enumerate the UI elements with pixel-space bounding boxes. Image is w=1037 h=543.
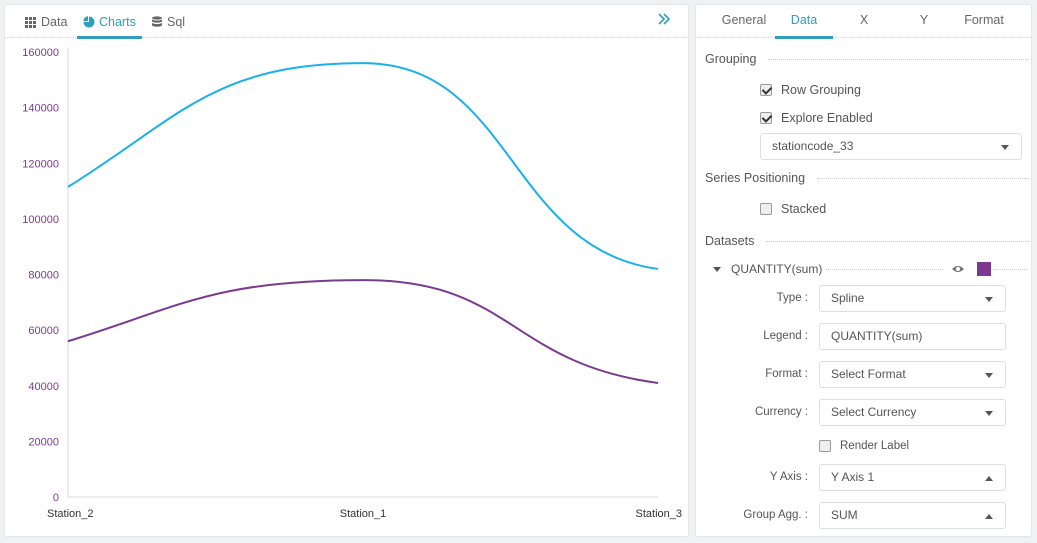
caret-up-icon (985, 476, 993, 481)
row-grouping-checkbox[interactable]: Row Grouping (760, 83, 861, 97)
y-tick-label: 160000 (22, 47, 59, 59)
tab-x[interactable]: X (835, 5, 893, 38)
database-icon (152, 15, 162, 27)
y-tick-label: 20000 (28, 436, 59, 448)
y-tick-label: 140000 (22, 103, 59, 115)
eye-icon[interactable] (951, 264, 965, 274)
x-axis: Station_2 Station_1 Station_3 (47, 496, 682, 520)
checkbox[interactable] (760, 112, 772, 124)
render-label-text: Render Label (840, 440, 910, 452)
x-tick-label: Station_3 (636, 508, 682, 520)
y-tick-label: 120000 (22, 158, 59, 170)
render-label-checkbox[interactable]: Render Label (819, 440, 909, 452)
datasets-title: Datasets (705, 234, 755, 248)
y-tick-label: 40000 (28, 381, 59, 393)
chart-panel: Data Charts Sql 0 20000 40000 60000 80000 100… (4, 4, 689, 537)
series-line-2[interactable] (67, 279, 659, 384)
y-axis-label: Y Axis : (769, 471, 808, 483)
grid-icon (25, 16, 36, 28)
grouping-field-value: stationcode_33 (772, 139, 854, 153)
y-tick-label: 100000 (22, 214, 59, 226)
grouping-field-select[interactable]: stationcode_33 (760, 133, 1022, 160)
series-positioning-title: Series Positioning (705, 171, 806, 185)
x-tick-label: Station_2 (47, 508, 93, 520)
caret-down-icon (985, 297, 993, 302)
tab-data-settings[interactable]: Data (775, 5, 833, 39)
divider (817, 177, 1030, 179)
dataset-name: QUANTITY(sum) (731, 262, 823, 276)
caret-up-icon (985, 514, 993, 519)
tab-format[interactable]: Format (955, 5, 1013, 38)
group-agg-select[interactable]: SUM (819, 502, 1006, 529)
format-label: Format : (765, 368, 808, 380)
tab-data-label: Data (41, 14, 68, 29)
tab-charts-label: Charts (99, 14, 136, 29)
type-value: Spline (831, 291, 865, 305)
divider (826, 268, 943, 270)
y-tick-label: 60000 (28, 325, 59, 337)
tab-y[interactable]: Y (895, 5, 953, 38)
tab-general[interactable]: General (715, 5, 773, 38)
legend-input[interactable]: QUANTITY(sum) (819, 323, 1006, 350)
checkbox[interactable] (760, 84, 772, 96)
x-tick-label: Station_1 (340, 508, 386, 520)
stacked-checkbox[interactable]: Stacked (760, 202, 826, 216)
checkbox[interactable] (819, 440, 831, 452)
settings-tabs: General Data X Y Format (696, 5, 1031, 39)
divider (993, 268, 1027, 270)
format-select[interactable]: Select Format (819, 361, 1006, 388)
y-tick-label: 80000 (28, 270, 59, 282)
type-select[interactable]: Spline (819, 285, 1006, 312)
pie-chart-icon (83, 15, 95, 27)
y-axis: 0 20000 40000 60000 80000 100000 120000 140000 1… (22, 47, 69, 504)
checkbox[interactable] (760, 203, 772, 215)
divider (768, 58, 1029, 60)
datasets-header: Datasets (705, 234, 1031, 248)
settings-panel: General Data X Y Format Grouping Row Gro… (695, 4, 1032, 537)
currency-label: Currency : (754, 406, 808, 418)
y-axis-value: Y Axis 1 (831, 470, 875, 484)
grouping-title: Grouping (705, 52, 757, 66)
row-grouping-label: Row Grouping (781, 83, 861, 97)
format-value: Select Format (831, 367, 906, 381)
stacked-label: Stacked (781, 202, 827, 216)
tab-sql-label: Sql (167, 14, 186, 29)
chart-series (67, 62, 659, 384)
type-label: Type : (776, 292, 808, 304)
series-positioning-header: Series Positioning (705, 171, 1030, 185)
y-tick-label: 0 (53, 492, 59, 504)
line-chart: 0 20000 40000 60000 80000 100000 120000 140000 1… (22, 47, 682, 520)
explore-enabled-label: Explore Enabled (781, 111, 873, 125)
tab-sql[interactable]: Sql (151, 5, 185, 38)
caret-down-icon (1001, 145, 1009, 150)
grouping-header: Grouping (705, 52, 1029, 66)
legend-label: Legend : (763, 330, 808, 342)
y-axis-select[interactable]: Y Axis 1 (819, 464, 1006, 491)
double-chevron-right-icon[interactable] (656, 11, 672, 27)
tab-data[interactable]: Data (25, 5, 67, 38)
series-line-1[interactable] (67, 62, 659, 270)
dataset-row[interactable]: QUANTITY(sum) (713, 261, 1027, 277)
group-agg-label: Group Agg. : (743, 509, 808, 521)
legend-value: QUANTITY(sum) (831, 329, 923, 343)
caret-down-icon (985, 411, 993, 416)
group-agg-value: SUM (831, 508, 858, 522)
explore-enabled-checkbox[interactable]: Explore Enabled (760, 111, 873, 125)
caret-down-icon (985, 373, 993, 378)
tab-charts[interactable]: Charts (77, 5, 142, 39)
caret-down-icon[interactable] (713, 266, 721, 272)
currency-value: Select Currency (831, 405, 917, 419)
color-swatch[interactable] (977, 262, 991, 276)
view-tabs: Data Charts Sql (5, 5, 688, 39)
divider (766, 240, 1031, 242)
currency-select[interactable]: Select Currency (819, 399, 1006, 426)
